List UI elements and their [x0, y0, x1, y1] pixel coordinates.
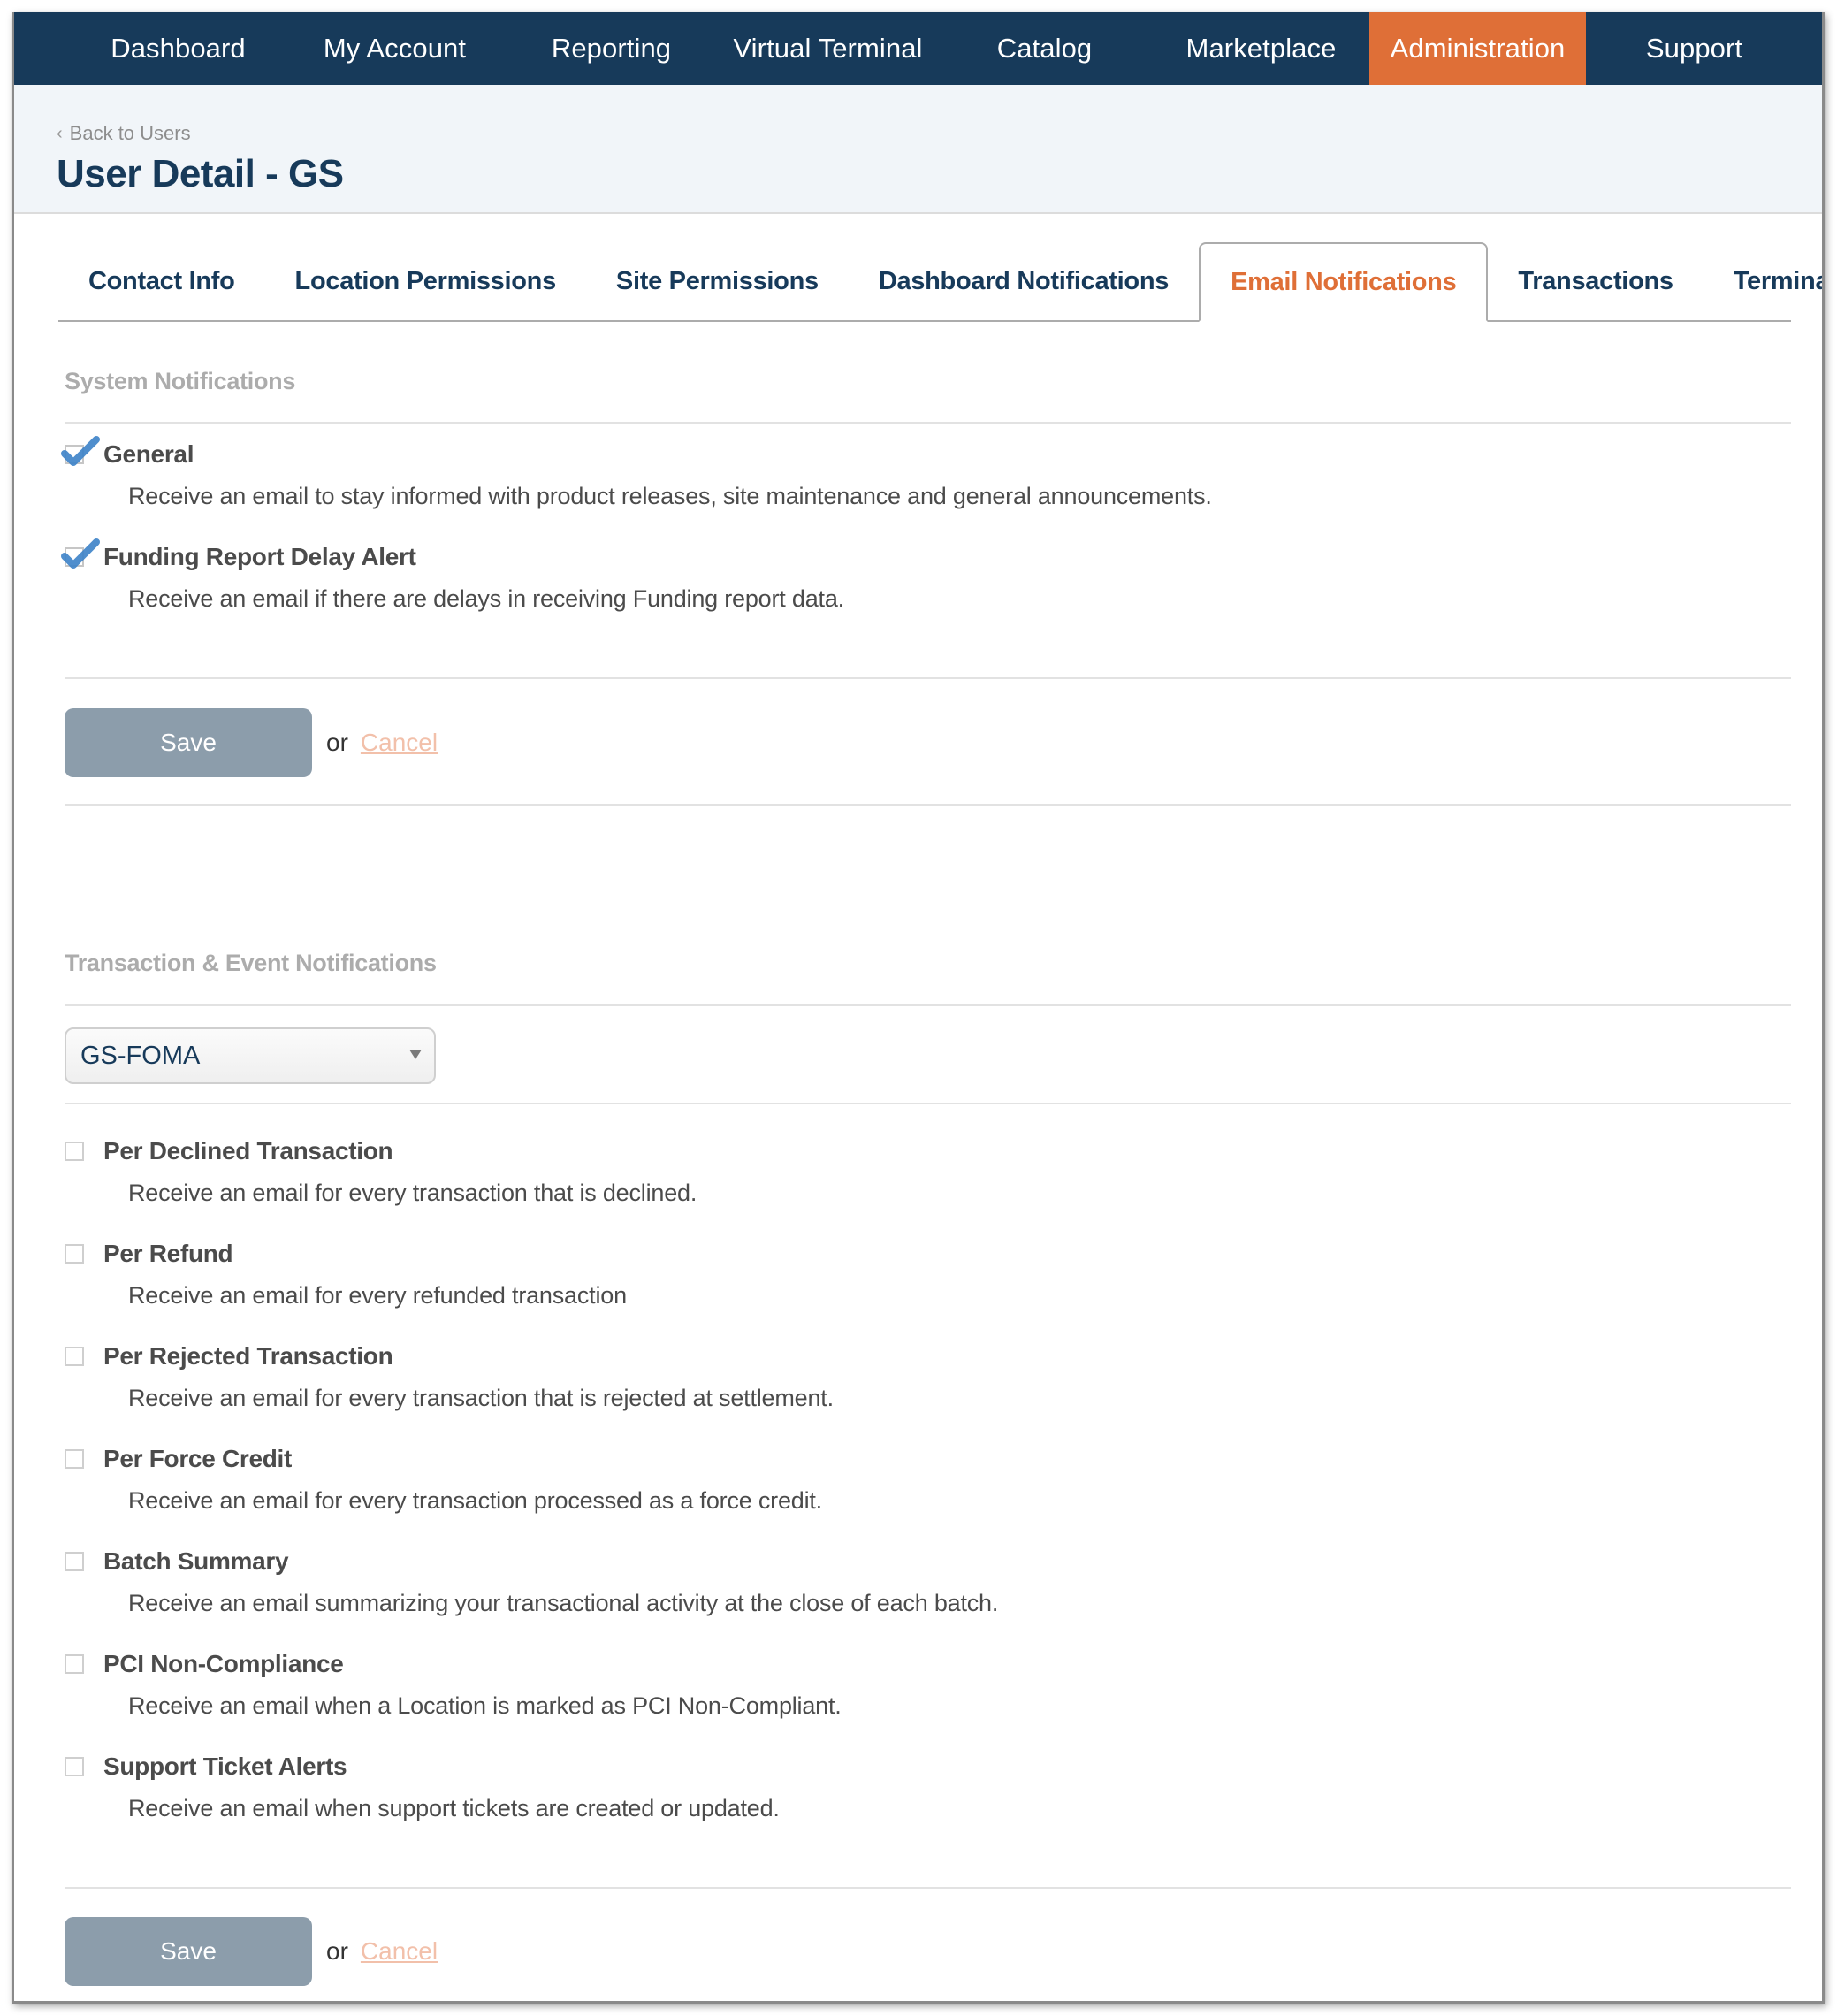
- tab-email-notifications[interactable]: Email Notifications: [1199, 242, 1489, 322]
- divider: [65, 677, 1791, 679]
- cancel-link[interactable]: Cancel: [361, 729, 438, 757]
- nav-item-marketplace[interactable]: Marketplace: [1153, 12, 1369, 85]
- option-label: Per Force Credit: [103, 1445, 293, 1472]
- option-description: Receive an email to stay informed with p…: [128, 483, 1212, 509]
- option-pci-non-compliance: PCI Non-Compliance Receive an email when…: [65, 1646, 1744, 1720]
- option-per-refund: Per Refund Receive an email for every re…: [65, 1236, 1744, 1310]
- per-force-credit-checkbox[interactable]: [65, 1449, 84, 1469]
- divider: [65, 1103, 1791, 1104]
- nav-item-catalog[interactable]: Catalog: [936, 12, 1153, 85]
- nav-item-administration[interactable]: Administration: [1369, 12, 1586, 85]
- save-button[interactable]: Save: [65, 1917, 312, 1986]
- option-label: Support Ticket Alerts: [103, 1753, 347, 1780]
- page-header: ‹ Back to Users User Detail - GS: [14, 85, 1822, 214]
- option-description: Receive an email if there are delays in …: [128, 585, 844, 612]
- tab-terminal[interactable]: Terminal: [1704, 242, 1822, 320]
- app-window: Dashboard My Account Reporting Virtual T…: [12, 12, 1825, 2004]
- pci-non-compliance-checkbox[interactable]: [65, 1654, 84, 1674]
- nav-item-my-account[interactable]: My Account: [286, 12, 503, 85]
- divider: [65, 422, 1791, 424]
- option-per-declined-transaction: Per Declined Transaction Receive an emai…: [65, 1134, 1744, 1207]
- transaction-notifications-heading: Transaction & Event Notifications: [65, 950, 437, 976]
- option-per-rejected-transaction: Per Rejected Transaction Receive an emai…: [65, 1339, 1744, 1412]
- system-notifications-heading: System Notifications: [65, 368, 296, 394]
- per-rejected-transaction-checkbox[interactable]: [65, 1347, 84, 1366]
- top-navigation: Dashboard My Account Reporting Virtual T…: [14, 12, 1822, 85]
- or-text: or: [326, 729, 348, 756]
- cancel-link[interactable]: Cancel: [361, 1937, 438, 1966]
- batch-summary-checkbox[interactable]: [65, 1552, 84, 1571]
- nav-item-support[interactable]: Support: [1586, 12, 1803, 85]
- tab-site-permissions[interactable]: Site Permissions: [586, 242, 849, 320]
- tab-transactions[interactable]: Transactions: [1488, 242, 1703, 320]
- option-support-ticket-alerts: Support Ticket Alerts Receive an email w…: [65, 1749, 1744, 1822]
- option-description: Receive an email for every transaction t…: [128, 1385, 834, 1411]
- funding-report-delay-alert-checkbox[interactable]: [61, 538, 100, 569]
- option-label: Per Rejected Transaction: [103, 1342, 393, 1370]
- option-description: Receive an email summarizing your transa…: [128, 1590, 999, 1616]
- per-declined-transaction-checkbox[interactable]: [65, 1142, 84, 1161]
- option-batch-summary: Batch Summary Receive an email summarizi…: [65, 1544, 1744, 1617]
- divider: [65, 804, 1791, 806]
- nav-item-dashboard[interactable]: Dashboard: [70, 12, 286, 85]
- option-general: General Receive an email to stay informe…: [61, 436, 1744, 510]
- option-description: Receive an email when a Location is mark…: [128, 1692, 842, 1719]
- location-select-value: GS-FOMA: [80, 1041, 201, 1070]
- nav-item-virtual-terminal[interactable]: Virtual Terminal: [720, 12, 936, 85]
- tab-bar: Contact Info Location Permissions Site P…: [58, 242, 1822, 322]
- option-description: Receive an email for every transaction p…: [128, 1487, 822, 1514]
- or-text: or: [326, 1937, 348, 1965]
- option-description: Receive an email for every refunded tran…: [128, 1282, 627, 1309]
- caret-down-icon: [409, 1050, 422, 1059]
- divider: [65, 1004, 1791, 1006]
- checkmark-icon: [61, 538, 100, 569]
- option-description: Receive an email for every transaction t…: [128, 1180, 697, 1206]
- divider: [65, 1887, 1791, 1889]
- page-title: User Detail - GS: [57, 152, 344, 195]
- tab-contact-info[interactable]: Contact Info: [58, 242, 265, 320]
- per-refund-checkbox[interactable]: [65, 1244, 84, 1264]
- system-actions: Save or Cancel: [65, 708, 438, 777]
- option-label: General: [103, 440, 194, 468]
- tab-location-permissions[interactable]: Location Permissions: [265, 242, 586, 320]
- nav-item-reporting[interactable]: Reporting: [503, 12, 720, 85]
- option-label: Per Declined Transaction: [103, 1137, 393, 1165]
- option-per-force-credit: Per Force Credit Receive an email for ev…: [65, 1441, 1744, 1515]
- option-label: Funding Report Delay Alert: [103, 543, 416, 570]
- checkmark-icon: [61, 436, 100, 466]
- back-to-users-link[interactable]: ‹ Back to Users: [57, 122, 191, 145]
- option-label: PCI Non-Compliance: [103, 1650, 344, 1677]
- option-label: Per Refund: [103, 1240, 233, 1267]
- general-checkbox[interactable]: [61, 436, 100, 466]
- transaction-actions: Save or Cancel: [65, 1917, 438, 1986]
- tab-dashboard-notifications[interactable]: Dashboard Notifications: [849, 242, 1199, 320]
- save-button[interactable]: Save: [65, 708, 312, 777]
- back-link-label: Back to Users: [69, 122, 191, 144]
- option-funding-report-delay-alert: Funding Report Delay Alert Receive an em…: [61, 538, 1744, 613]
- option-description: Receive an email when support tickets ar…: [128, 1795, 780, 1821]
- option-label: Batch Summary: [103, 1547, 289, 1575]
- support-ticket-alerts-checkbox[interactable]: [65, 1757, 84, 1776]
- location-select[interactable]: GS-FOMA: [65, 1027, 436, 1084]
- chevron-left-icon: ‹: [57, 123, 63, 143]
